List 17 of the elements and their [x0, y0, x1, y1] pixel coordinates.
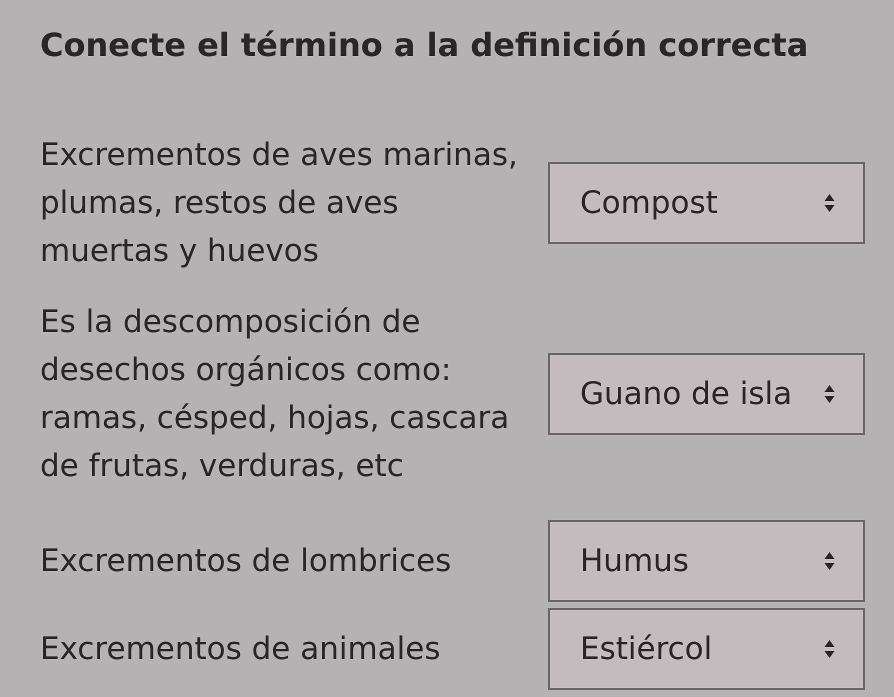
- definition-text: Es la descomposición de desechos orgánicos como: ramas, césped, hojas, cascara de frutas, verduras, etc: [40, 303, 510, 486]
- answer-dropdown[interactable]: Humus: [548, 520, 865, 602]
- up-down-caret-icon: [824, 384, 835, 404]
- dropdown-value: Compost: [580, 184, 718, 222]
- dropdown-value: Guano de isla: [580, 375, 792, 413]
- up-down-caret-icon: [824, 551, 835, 571]
- dropdown-value: Humus: [580, 542, 689, 580]
- up-down-caret-icon: [824, 639, 835, 659]
- answer-dropdown[interactable]: Compost: [548, 162, 865, 244]
- definition-text: Excrementos de animales: [40, 630, 442, 669]
- answer-dropdown[interactable]: Estiércol: [548, 608, 865, 690]
- dropdown-value: Estiércol: [580, 630, 712, 668]
- definition-text: Excrementos de lombrices: [40, 542, 452, 581]
- up-down-caret-icon: [824, 193, 835, 213]
- answer-dropdown[interactable]: Guano de isla: [548, 353, 865, 435]
- definition-text: Excrementos de aves marinas, plumas, restos de aves muertas y huevos: [40, 136, 519, 271]
- page-title: Conecte el término a la definición correcta: [40, 25, 808, 65]
